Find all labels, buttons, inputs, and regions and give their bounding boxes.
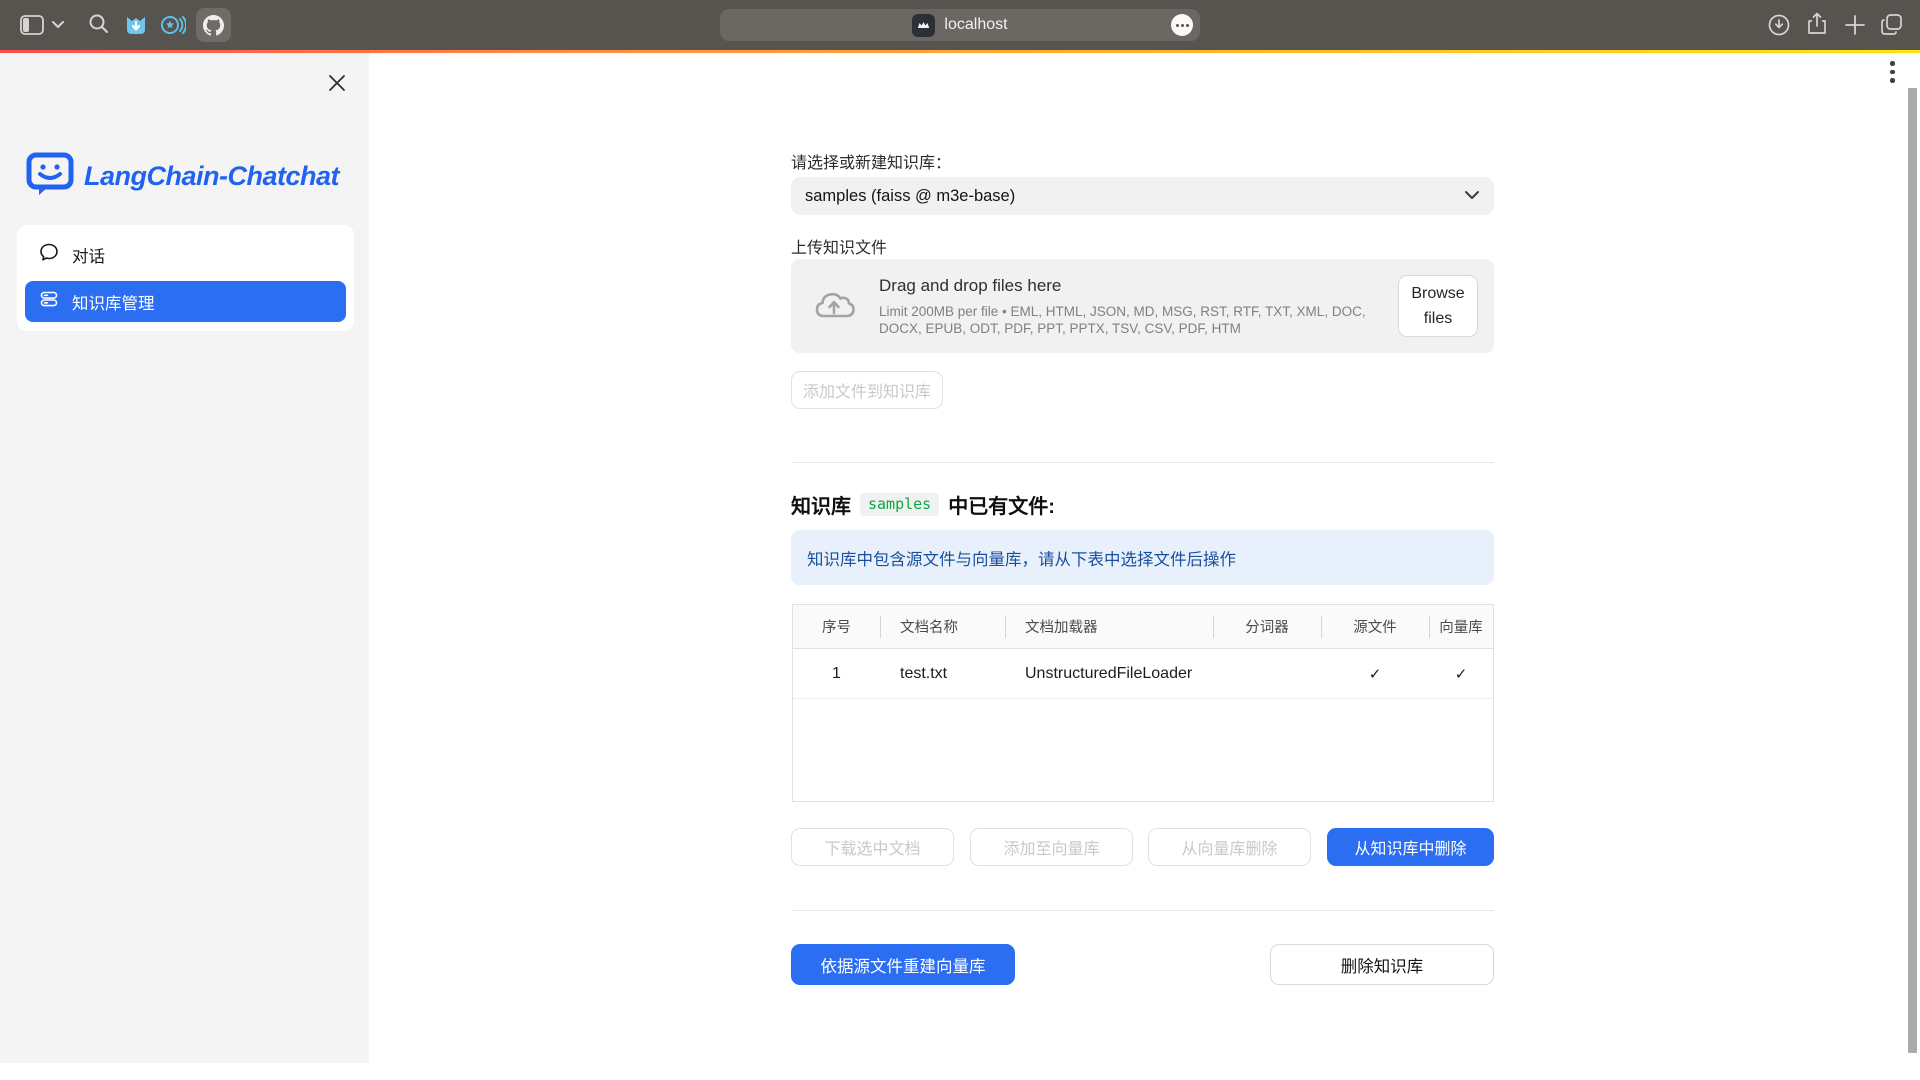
site-favicon-icon — [912, 14, 935, 37]
col-header-splitter: 分词器 — [1213, 605, 1321, 648]
delete-from-kb-button[interactable]: 从知识库中删除 — [1327, 828, 1494, 866]
uploader-texts: Drag and drop files here Limit 200MB per… — [879, 276, 1389, 337]
delete-kb-button[interactable]: 删除知识库 — [1270, 944, 1494, 985]
upload-label: 上传知识文件 — [791, 234, 887, 258]
sidebar-toggle-icon[interactable] — [20, 15, 44, 35]
col-header-loader: 文档加载器 — [1005, 605, 1213, 648]
sidebar-item-kb-management[interactable]: 知识库管理 — [25, 281, 346, 322]
browser-toolbar: localhost — [0, 0, 1920, 50]
download-icon[interactable] — [1768, 14, 1790, 36]
add-files-to-kb-button[interactable]: 添加文件到知识库 — [791, 371, 943, 409]
sidebar-item-label: 知识库管理 — [72, 290, 155, 314]
logo-chat-bubble-icon — [26, 151, 74, 202]
col-header-vector-store: 向量库 — [1429, 605, 1493, 648]
chat-bubble-icon — [39, 242, 59, 267]
sidebar: LangChain-Chatchat 对话 知识库管理 — [0, 53, 369, 1063]
cell-loader: UnstructuredFileLoader — [1005, 665, 1213, 683]
app-window: localhost LangChain-Chatchat — [0, 0, 1920, 1080]
table-header-row: 序号 文档名称 文档加载器 分词器 源文件 向量库 — [793, 605, 1493, 649]
remove-from-vector-button[interactable]: 从向量库删除 — [1148, 828, 1311, 866]
address-bar[interactable]: localhost — [720, 9, 1200, 41]
downloader-extension-icon[interactable] — [124, 13, 148, 37]
divider — [791, 910, 1494, 911]
kb-name-code: samples — [860, 493, 939, 516]
page-settings-icon[interactable] — [1171, 14, 1193, 36]
cell-index: 1 — [793, 665, 880, 683]
browse-files-button[interactable]: Browse files — [1398, 275, 1478, 337]
uploader-limit-text: Limit 200MB per file • EML, HTML, JSON, … — [879, 303, 1389, 337]
sidebar-item-dialogue[interactable]: 对话 — [25, 234, 346, 275]
logo-text: LangChain-Chatchat — [84, 161, 339, 192]
sidebar-menu: 对话 知识库管理 — [17, 225, 354, 331]
kb-selected-value: samples (faiss @ m3e-base) — [805, 187, 1464, 206]
database-icon — [39, 289, 59, 314]
reader-extension-icon[interactable] — [160, 13, 186, 37]
cloud-upload-icon — [813, 287, 855, 326]
close-sidebar-icon[interactable] — [327, 73, 347, 93]
heading-prefix: 知识库 — [791, 490, 851, 519]
download-selected-button[interactable]: 下载选中文档 — [791, 828, 954, 866]
sidebar-item-label: 对话 — [72, 243, 105, 267]
kb-select-dropdown[interactable]: samples (faiss @ m3e-base) — [791, 177, 1494, 215]
kb-files-heading: 知识库 samples 中已有文件: — [791, 490, 1055, 519]
add-to-vector-button[interactable]: 添加至向量库 — [970, 828, 1133, 866]
file-uploader-dropzone[interactable]: Drag and drop files here Limit 200MB per… — [791, 259, 1494, 353]
new-tab-icon[interactable] — [1844, 14, 1866, 36]
search-icon[interactable] — [88, 13, 110, 35]
share-icon[interactable] — [1806, 12, 1828, 36]
github-icon[interactable] — [196, 8, 231, 42]
kb-select-label: 请选择或新建知识库： — [791, 149, 951, 173]
vertical-scrollbar[interactable] — [1908, 88, 1917, 1053]
divider — [791, 462, 1494, 463]
cell-source-check: ✓ — [1321, 665, 1429, 683]
table-row[interactable]: 1 test.txt UnstructuredFileLoader ✓ ✓ — [793, 649, 1493, 699]
chevron-down-icon[interactable] — [52, 21, 64, 29]
col-header-index: 序号 — [793, 605, 880, 648]
heading-suffix: 中已有文件: — [948, 490, 1055, 519]
chevron-down-icon — [1464, 187, 1480, 205]
app-logo: LangChain-Chatchat — [26, 151, 339, 202]
info-message-box: 知识库中包含源文件与向量库，请从下表中选择文件后操作 — [791, 530, 1494, 585]
page-menu-icon[interactable] — [1890, 61, 1895, 83]
col-header-doc-name: 文档名称 — [880, 605, 1005, 648]
info-message-text: 知识库中包含源文件与向量库，请从下表中选择文件后操作 — [807, 546, 1236, 570]
rebuild-vector-store-button[interactable]: 依据源文件重建向量库 — [791, 944, 1015, 985]
cell-doc-name: test.txt — [880, 665, 1005, 683]
col-header-source-file: 源文件 — [1321, 605, 1429, 648]
kb-files-table: 序号 文档名称 文档加载器 分词器 源文件 向量库 1 test.txt Uns… — [792, 604, 1494, 802]
tabs-overview-icon[interactable] — [1880, 13, 1903, 36]
uploader-title: Drag and drop files here — [879, 276, 1389, 296]
url-text: localhost — [944, 16, 1007, 34]
cell-vector-check: ✓ — [1429, 665, 1493, 683]
